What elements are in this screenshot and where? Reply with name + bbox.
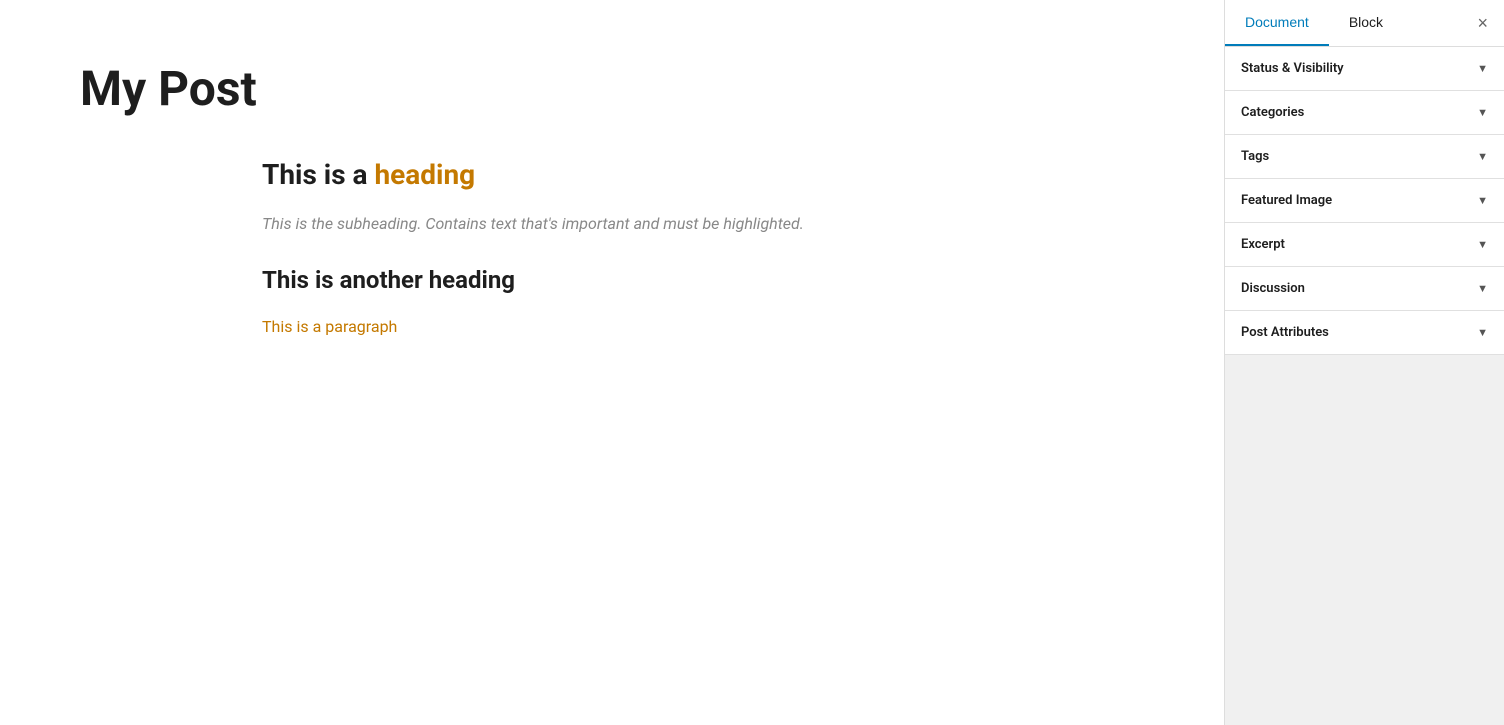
content-heading1: This is a heading bbox=[262, 158, 962, 191]
panel-header-status-visibility[interactable]: Status & Visibility ▼ bbox=[1225, 47, 1504, 90]
heading1-prefix: This is a bbox=[262, 158, 374, 191]
editor-area: My Post This is a heading This is the su… bbox=[0, 0, 1224, 725]
panel-header-tags[interactable]: Tags ▼ bbox=[1225, 135, 1504, 178]
sidebar-empty-area bbox=[1225, 386, 1504, 725]
chevron-down-icon: ▼ bbox=[1477, 282, 1488, 295]
panel-title-post-attributes: Post Attributes bbox=[1241, 325, 1329, 340]
panel-title-excerpt: Excerpt bbox=[1241, 237, 1285, 252]
panel-title-featured-image: Featured Image bbox=[1241, 193, 1332, 208]
close-button[interactable]: × bbox=[1461, 4, 1504, 42]
chevron-down-icon: ▼ bbox=[1477, 106, 1488, 119]
sidebar: Document Block × Status & Visibility ▼ C… bbox=[1224, 0, 1504, 725]
tab-block[interactable]: Block bbox=[1329, 0, 1403, 46]
chevron-down-icon: ▼ bbox=[1477, 62, 1488, 75]
post-title[interactable]: My Post bbox=[80, 60, 1144, 118]
panel-header-discussion[interactable]: Discussion ▼ bbox=[1225, 267, 1504, 310]
sidebar-header: Document Block × bbox=[1225, 0, 1504, 47]
chevron-down-icon: ▼ bbox=[1477, 194, 1488, 207]
panel-header-excerpt[interactable]: Excerpt ▼ bbox=[1225, 223, 1504, 266]
tab-document[interactable]: Document bbox=[1225, 0, 1329, 46]
heading1-highlight: heading bbox=[374, 158, 475, 191]
chevron-down-icon: ▼ bbox=[1477, 150, 1488, 163]
panel-section-categories: Categories ▼ bbox=[1225, 91, 1504, 135]
panel-header-categories[interactable]: Categories ▼ bbox=[1225, 91, 1504, 134]
panel-section-status-visibility: Status & Visibility ▼ bbox=[1225, 47, 1504, 91]
panel-section-post-attributes: Post Attributes ▼ bbox=[1225, 311, 1504, 355]
content-heading2: This is another heading bbox=[262, 266, 962, 294]
panel-title-tags: Tags bbox=[1241, 149, 1269, 164]
panel-section-featured-image: Featured Image ▼ bbox=[1225, 179, 1504, 223]
content-paragraph: This is a paragraph bbox=[262, 314, 962, 340]
chevron-down-icon: ▼ bbox=[1477, 326, 1488, 339]
chevron-down-icon: ▼ bbox=[1477, 238, 1488, 251]
panel-section-discussion: Discussion ▼ bbox=[1225, 267, 1504, 311]
sidebar-panels: Status & Visibility ▼ Categories ▼ Tags … bbox=[1225, 47, 1504, 386]
panel-header-post-attributes[interactable]: Post Attributes ▼ bbox=[1225, 311, 1504, 354]
panel-header-featured-image[interactable]: Featured Image ▼ bbox=[1225, 179, 1504, 222]
panel-title-categories: Categories bbox=[1241, 105, 1304, 120]
panel-section-excerpt: Excerpt ▼ bbox=[1225, 223, 1504, 267]
panel-section-tags: Tags ▼ bbox=[1225, 135, 1504, 179]
editor-content: This is a heading This is the subheading… bbox=[262, 158, 962, 340]
panel-title-status-visibility: Status & Visibility bbox=[1241, 61, 1344, 76]
content-subheading: This is the subheading. Contains text th… bbox=[262, 211, 962, 237]
panel-title-discussion: Discussion bbox=[1241, 281, 1305, 296]
